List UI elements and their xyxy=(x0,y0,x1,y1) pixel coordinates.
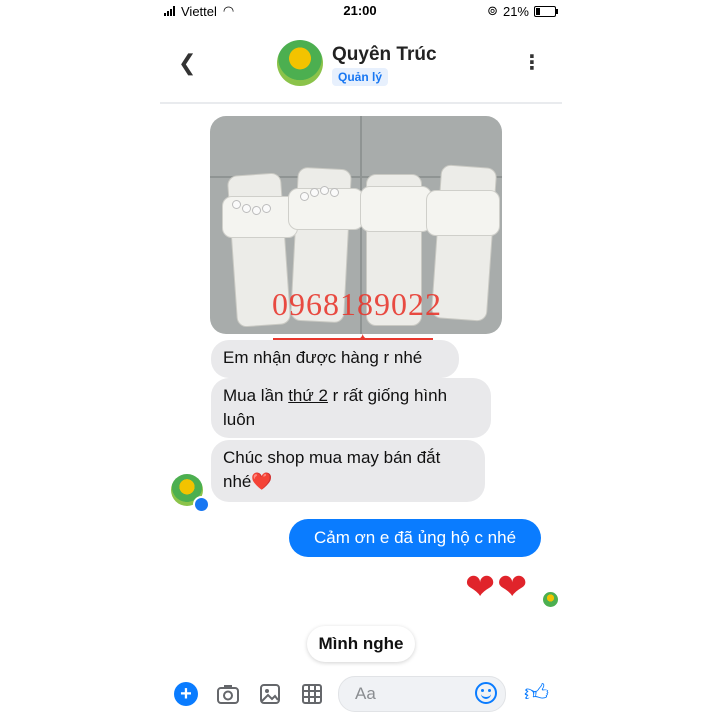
quick-reply-chip[interactable]: Mình nghe xyxy=(307,626,415,662)
message-bubble-outgoing[interactable]: Cảm ơn e đã ủng hộ c nhé xyxy=(289,519,541,557)
emoji-icon[interactable] xyxy=(475,682,497,704)
pearl-decoration xyxy=(310,188,319,197)
message-text: Em nhận được hàng r nhé xyxy=(223,348,423,367)
pearl-decoration xyxy=(262,204,271,213)
pearl-decoration xyxy=(232,200,241,209)
message-text: Cảm ơn e đã ủng hộ c nhé xyxy=(313,528,517,547)
message-bubble-incoming[interactable]: Chúc shop mua may bán đắt nhé❤️ xyxy=(211,440,485,502)
phone-watermark: 0968189022 xyxy=(272,286,442,322)
camera-icon[interactable] xyxy=(216,682,240,706)
composer-bar: + Aa 👍︎ xyxy=(170,676,560,712)
status-bar: Viettel ◠ 21:00 ⊚ 21% xyxy=(160,0,560,22)
message-line: Chúc shop mua may bán đắt xyxy=(223,448,441,467)
grid-apps-icon[interactable] xyxy=(300,682,324,706)
messenger-badge-icon xyxy=(193,496,210,513)
pearl-decoration xyxy=(242,204,251,213)
more-options-icon[interactable]: ⋮ xyxy=(522,50,542,75)
message-line: nhé❤️ xyxy=(223,472,273,491)
pearl-decoration xyxy=(252,206,261,215)
message-text: Mua lần xyxy=(223,386,289,405)
message-bubble-incoming[interactable]: Em nhận được hàng r nhé xyxy=(211,340,459,378)
role-badge: Quản lý xyxy=(332,68,389,86)
contact-avatar[interactable] xyxy=(277,40,323,86)
gallery-icon[interactable] xyxy=(258,682,282,706)
battery-icon xyxy=(534,5,558,17)
pearl-decoration xyxy=(330,188,339,197)
pearl-decoration xyxy=(320,186,329,195)
sandal-strap xyxy=(426,190,500,236)
battery-percent: 21% xyxy=(502,3,529,19)
message-bubble-incoming[interactable]: Mua lần thứ 2 r rất giống hình luôn xyxy=(211,378,491,438)
like-thumb-icon[interactable]: 👍︎ xyxy=(524,680,549,708)
contact-name[interactable]: Quyên Trúc xyxy=(332,44,437,66)
plus-icon[interactable]: + xyxy=(174,682,198,706)
input-placeholder: Aa xyxy=(355,684,376,703)
message-text: r rất giống hình xyxy=(327,386,448,405)
message-input[interactable]: Aa xyxy=(338,676,506,712)
message-line: Mua lần thứ 2 r rất giống hình xyxy=(223,384,479,408)
rotation-lock-icon: ⊚ xyxy=(487,3,498,18)
back-chevron-icon[interactable]: ❮ xyxy=(178,50,196,76)
message-line: luôn xyxy=(223,410,256,429)
photo-message[interactable]: 0968189022 xyxy=(210,116,502,334)
seen-receipt-avatar xyxy=(543,592,558,607)
sandal-strap xyxy=(360,186,432,232)
battery-group: ⊚ 21% xyxy=(487,3,558,19)
underlined-text: thứ 2 xyxy=(288,386,328,405)
chat-header: ❮ Quyên Trúc Quản lý ⋮ xyxy=(160,30,562,104)
hearts-emoji-message[interactable]: ❤❤ xyxy=(465,566,529,608)
pearl-decoration xyxy=(300,192,309,201)
